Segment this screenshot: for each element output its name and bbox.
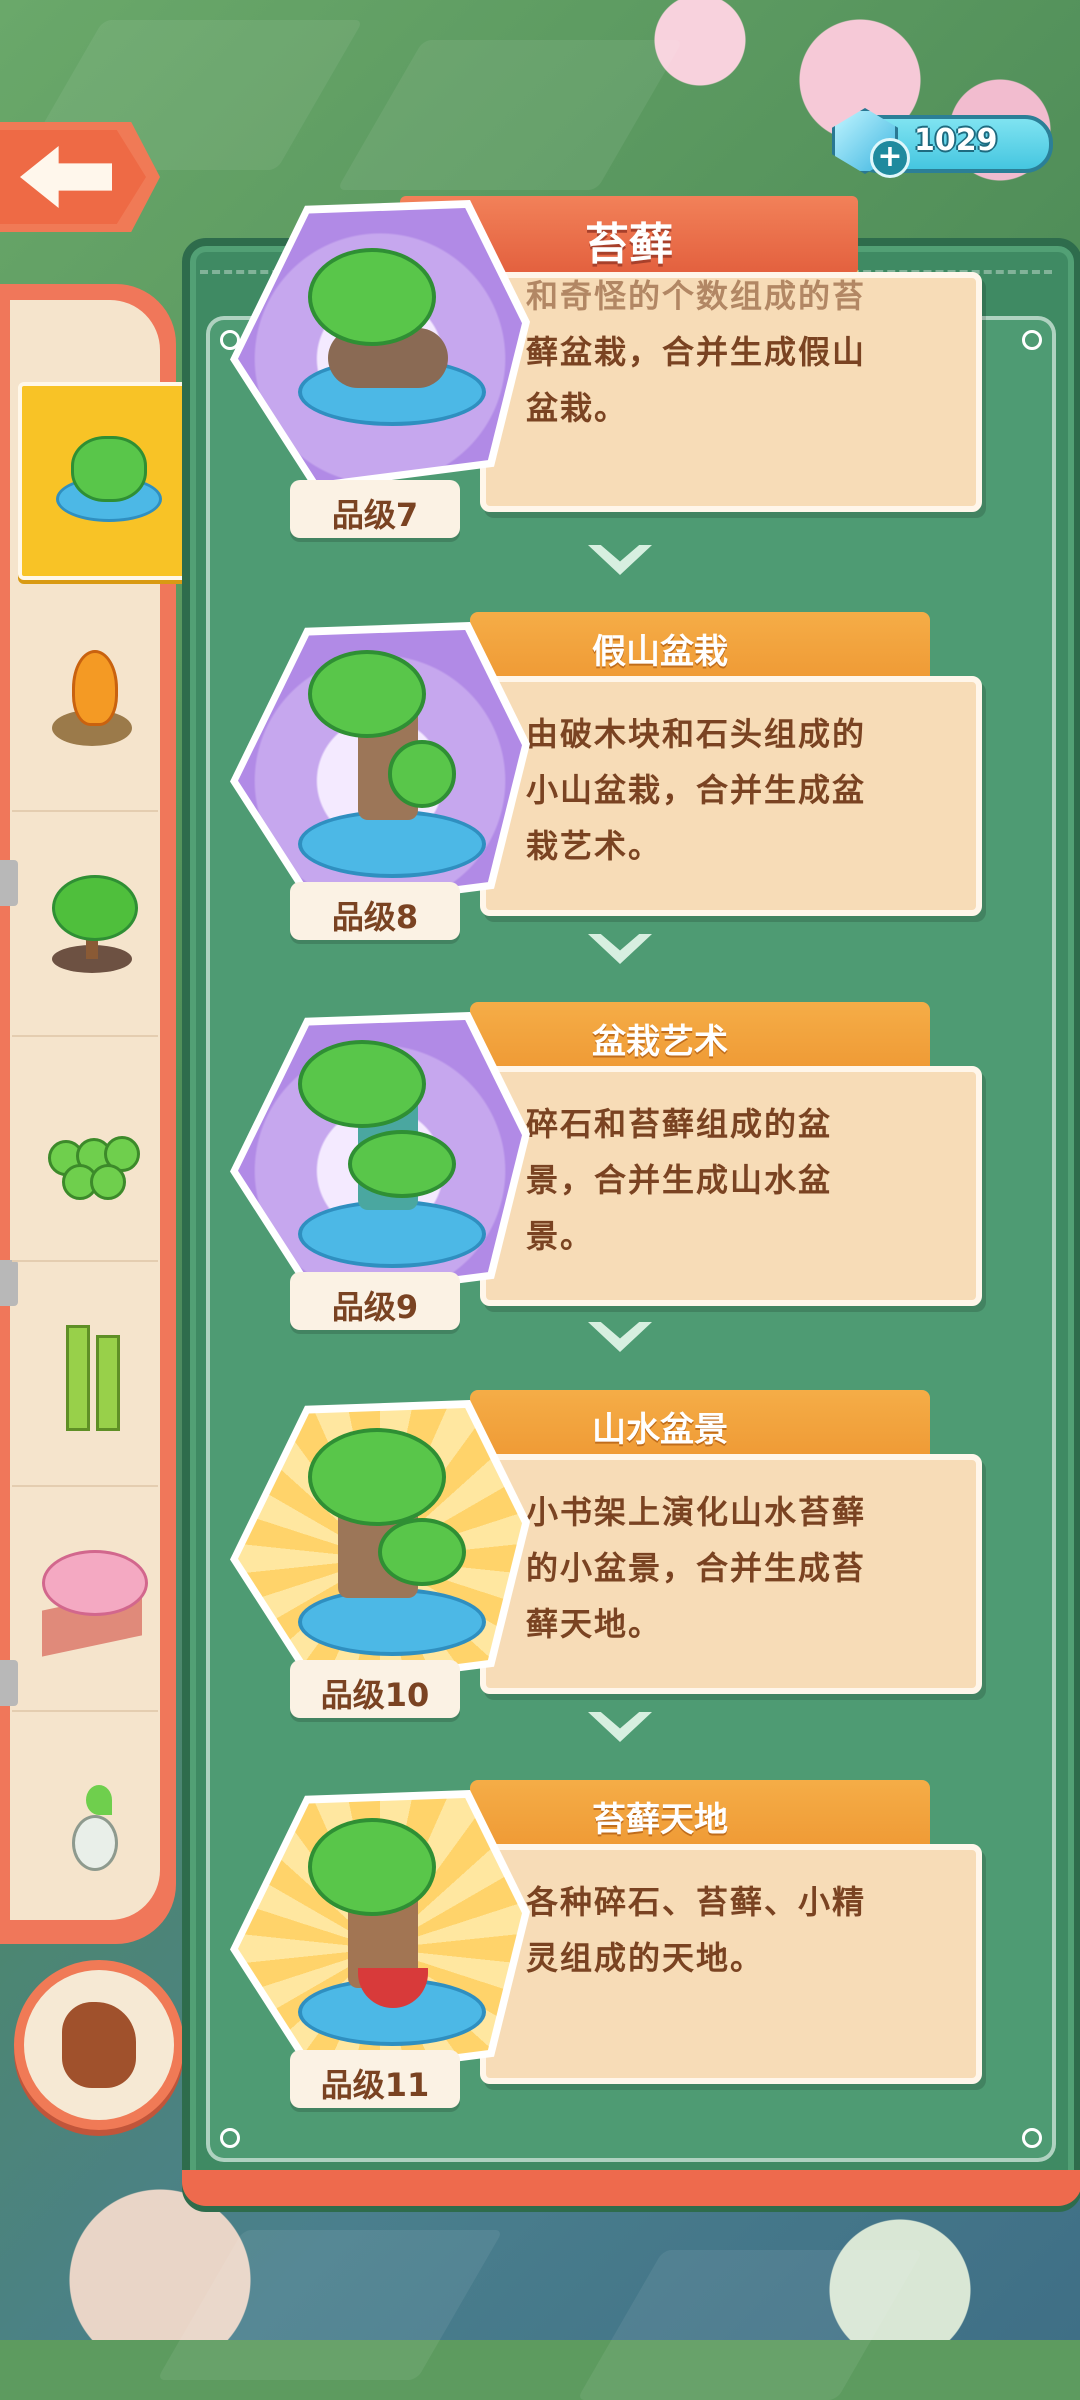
moss-bonsai-icon <box>56 426 162 526</box>
item-portrait-bg <box>238 1020 522 1294</box>
item-portrait-frame <box>230 1790 530 2080</box>
moss-spirit <box>388 740 456 808</box>
item-grade-label: 品级7 <box>290 480 460 538</box>
item-portrait-bg <box>238 630 522 904</box>
desc-line: 栽艺术。 <box>526 827 663 865</box>
panel-bottom-trim <box>182 2170 1080 2206</box>
item-name: 山水盆景 <box>592 1410 728 1450</box>
add-gems-button[interactable]: + <box>870 138 910 178</box>
item-name-tab: 山水盆景 <box>470 1390 930 1458</box>
water-base <box>298 1588 486 1656</box>
item-grade-label: 品级11 <box>290 2050 460 2108</box>
item-description-box: 和奇怪的个数组成的苔 藓盆栽，合并生成假山 盆栽。 <box>480 272 982 512</box>
item-name-tab: 苔藓天地 <box>470 1780 930 1848</box>
item-card-grade-9[interactable]: 盆栽艺术 碎石和苔藓组成的盆 景，合并生成山水盆 景。 品级9 <box>230 1002 1020 1352</box>
desc-line: 藓天地。 <box>526 1605 663 1643</box>
cherry-blossom-garden-icon <box>42 1550 148 1657</box>
back-button[interactable] <box>0 122 160 232</box>
item-description-box: 各种碎石、苔藓、小精 灵组成的天地。 <box>480 1844 982 2084</box>
item-card-grade-11[interactable]: 苔藓天地 各种碎石、苔藓、小精 灵组成的天地。 品级11 <box>230 1780 1020 2130</box>
water-base <box>298 1200 486 1268</box>
desc-line: 景，合并生成山水盆 <box>526 1161 833 1199</box>
desc-line: 的小盆景，合并生成苔 <box>526 1549 867 1587</box>
grade-text: 品级10 <box>320 1676 430 1714</box>
desc-line: 碎石和苔藓组成的盆 <box>526 1105 833 1143</box>
desc-line: 景。 <box>526 1217 595 1255</box>
sidebar-item-moss[interactable] <box>18 382 196 580</box>
item-name: 苔藓天地 <box>592 1800 728 1840</box>
moss-clump <box>308 248 436 346</box>
corner-rivet <box>220 2128 240 2148</box>
moss-clump <box>298 1040 426 1128</box>
desc-line: 盆栽。 <box>526 389 629 427</box>
item-name: 盆栽艺术 <box>592 1022 728 1062</box>
item-portrait-frame <box>230 622 530 912</box>
item-portrait-bg <box>238 1798 522 2072</box>
item-name: 假山盆栽 <box>592 632 728 672</box>
sidebar-item-grapes[interactable] <box>12 1040 158 1262</box>
desc-line: 由破木块和石头组成的 <box>526 715 867 753</box>
item-card-grade-8[interactable]: 假山盆栽 由破木块和石头组成的 小山盆栽，合并生成盆 栽艺术。 品级8 <box>230 612 1020 962</box>
item-grade-label: 品级10 <box>290 1660 460 1718</box>
desc-line: 各种碎石、苔藓、小精 <box>526 1883 867 1921</box>
item-description: 碎石和苔藓组成的盆 景，合并生成山水盆 景。 <box>526 1096 916 1264</box>
item-portrait-bg <box>238 1408 522 1682</box>
item-portrait-frame <box>230 1012 530 1302</box>
item-name-tab: 假山盆栽 <box>470 612 930 680</box>
radish-seed-icon <box>42 1775 142 1875</box>
grade-text: 品级11 <box>320 2066 430 2104</box>
back-arrow-icon <box>20 146 112 208</box>
moss-clump <box>378 1518 466 1586</box>
item-description: 小书架上演化山水苔藓 的小盆景，合并生成苔 藓天地。 <box>526 1484 916 1652</box>
item-grade-label: 品级9 <box>290 1272 460 1330</box>
item-description-box: 由破木块和石头组成的 小山盆栽，合并生成盆 栽艺术。 <box>480 676 982 916</box>
desc-line: 小山盆栽，合并生成盆 <box>526 771 867 809</box>
grade-text: 品级8 <box>331 898 419 936</box>
desc-line: 灵组成的天地。 <box>526 1939 765 1977</box>
water-base <box>298 810 486 878</box>
desc-line: 藓盆栽，合并生成假山 <box>526 333 867 371</box>
corner-rivet <box>1022 330 1042 350</box>
item-description-box: 碎石和苔藓组成的盆 景，合并生成山水盆 景。 <box>480 1066 982 1306</box>
item-description: 各种碎石、苔藓、小精 灵组成的天地。 <box>526 1874 916 1986</box>
moss-clump <box>308 1428 446 1526</box>
plus-icon: + <box>877 139 903 174</box>
item-card-grade-10[interactable]: 山水盆景 小书架上演化山水苔藓 的小盆景，合并生成苔 藓天地。 品级10 <box>230 1390 1020 1740</box>
corner-rivet <box>1022 2128 1042 2148</box>
small-tree-icon <box>42 875 142 975</box>
carrot-mound-icon <box>42 650 142 750</box>
item-portrait-frame <box>230 1400 530 1690</box>
sidebar-item-carrot[interactable] <box>12 590 158 812</box>
sidebar-item-cherry-garden[interactable] <box>12 1490 158 1712</box>
sidebar-item-bamboo[interactable] <box>12 1265 158 1487</box>
item-name-tab: 盆栽艺术 <box>470 1002 930 1070</box>
grade-text: 品级9 <box>331 1288 419 1326</box>
pointing-hand-icon <box>62 2002 136 2088</box>
item-card-grade-7[interactable]: 和奇怪的个数组成的苔 藓盆栽，合并生成假山 盆栽。 品级7 <box>230 200 1020 580</box>
desc-line: 和奇怪的个数组成的苔 <box>526 277 867 315</box>
desc-line: 小书架上演化山水苔藓 <box>526 1493 867 1531</box>
item-description-box: 小书架上演化山水苔藓 的小盆景，合并生成苔 藓天地。 <box>480 1454 982 1694</box>
grade-text: 品级7 <box>331 496 419 534</box>
grapes-icon <box>42 1100 142 1200</box>
item-portrait-frame <box>230 200 530 490</box>
gem-count: 1029 <box>914 123 998 158</box>
item-grade-label: 品级8 <box>290 882 460 940</box>
item-portrait-bg <box>238 208 522 482</box>
moss-clump <box>308 1818 436 1916</box>
item-description: 由破木块和石头组成的 小山盆栽，合并生成盆 栽艺术。 <box>526 706 916 874</box>
item-description: 和奇怪的个数组成的苔 藓盆栽，合并生成假山 盆栽。 <box>526 268 916 436</box>
moss-clump <box>348 1130 456 1198</box>
sidebar-item-seed[interactable] <box>12 1715 158 1935</box>
sidebar-item-tree[interactable] <box>12 815 158 1037</box>
moss-clump <box>308 650 426 738</box>
bamboo-icon <box>42 1325 142 1431</box>
hand-action-button[interactable] <box>14 1960 184 2130</box>
